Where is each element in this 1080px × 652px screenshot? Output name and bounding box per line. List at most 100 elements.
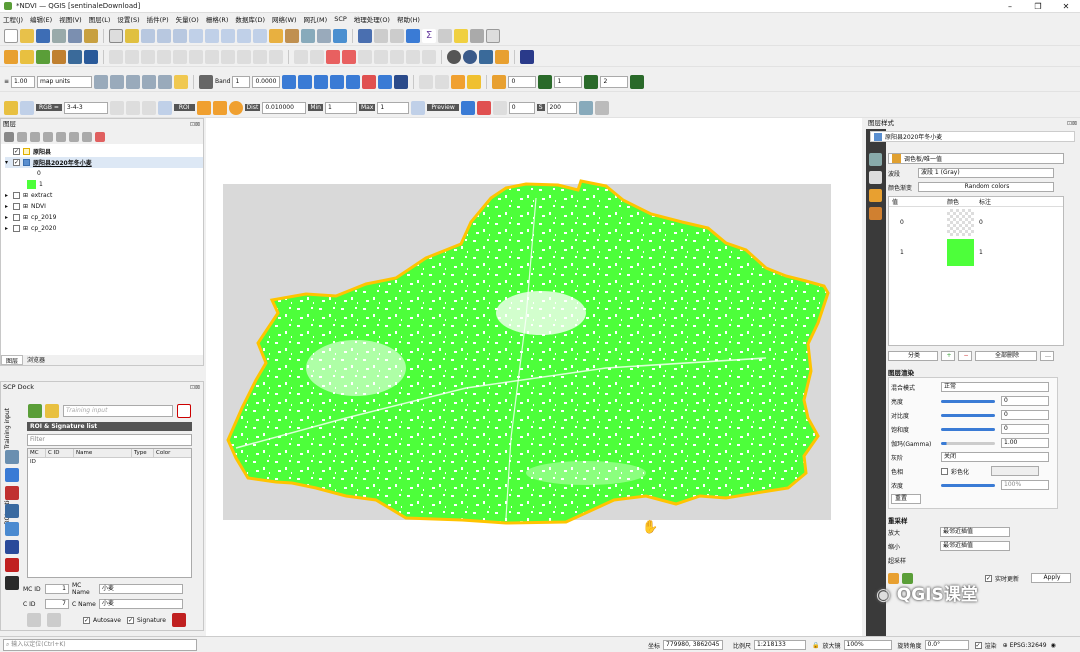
save-training-icon[interactable] bbox=[171, 613, 186, 627]
symbology-icon[interactable] bbox=[869, 153, 882, 166]
menu-mesh[interactable]: 网孔(M) bbox=[304, 14, 328, 24]
layer-item[interactable]: ▸ ⊞ NDVI bbox=[5, 201, 203, 212]
menu-view[interactable]: 视图(V) bbox=[59, 14, 82, 24]
georeferencer-icon[interactable] bbox=[447, 49, 461, 64]
zoom-tool-icon[interactable] bbox=[20, 100, 34, 115]
layer-checkbox[interactable] bbox=[13, 203, 20, 210]
zoom-in-icon[interactable] bbox=[141, 28, 155, 43]
min-input[interactable]: 1 bbox=[324, 101, 357, 114]
brightness-input[interactable]: 0 bbox=[1001, 396, 1049, 406]
calculator-icon[interactable] bbox=[492, 74, 507, 89]
training-input[interactable]: Training input bbox=[63, 405, 173, 417]
zoom-selection-icon[interactable] bbox=[189, 28, 203, 43]
tab-layers[interactable]: 图层 bbox=[1, 355, 24, 365]
menu-project[interactable]: 工程(J) bbox=[3, 14, 23, 24]
ramp-select[interactable]: Random colors bbox=[918, 182, 1054, 192]
forward2-icon[interactable] bbox=[584, 74, 599, 89]
contrast-slider[interactable] bbox=[941, 413, 995, 417]
copy-icon[interactable] bbox=[221, 49, 235, 64]
mag-input[interactable]: 100% bbox=[843, 640, 892, 650]
python-console-icon[interactable] bbox=[479, 49, 493, 64]
raster-tool4-icon[interactable] bbox=[142, 74, 157, 89]
forward-icon[interactable] bbox=[538, 74, 553, 89]
crs-label[interactable]: EPSG:32649 bbox=[1010, 642, 1047, 649]
raster-tool5-icon[interactable] bbox=[158, 74, 173, 89]
style-icon[interactable] bbox=[4, 132, 14, 142]
undo-save-icon[interactable] bbox=[27, 613, 41, 627]
rot-input[interactable]: 0.0° bbox=[924, 640, 969, 650]
scp-tool2-icon[interactable] bbox=[298, 74, 313, 89]
histogram-icon[interactable] bbox=[869, 189, 882, 202]
roi-redo-icon[interactable] bbox=[228, 100, 243, 115]
col-color[interactable]: 颜色 bbox=[947, 197, 979, 206]
add-class-icon[interactable]: + bbox=[941, 351, 955, 361]
zoom-full-icon[interactable] bbox=[173, 28, 187, 43]
n1-input[interactable]: 0 bbox=[508, 75, 537, 88]
more-options-icon[interactable]: … bbox=[1040, 351, 1054, 361]
edit-pencil-icon[interactable] bbox=[109, 49, 123, 64]
save-edits-icon[interactable] bbox=[141, 49, 155, 64]
delete-roi-icon[interactable] bbox=[5, 486, 19, 500]
delete-selected-icon[interactable] bbox=[189, 49, 203, 64]
c-name-input[interactable]: 小麦 bbox=[99, 599, 183, 609]
transparency-tab-icon[interactable] bbox=[869, 171, 882, 184]
forward3-icon[interactable] bbox=[630, 74, 645, 89]
bookmark-icon[interactable] bbox=[301, 28, 315, 43]
c-id-input[interactable]: 7 bbox=[45, 599, 69, 609]
pin-label-icon[interactable] bbox=[310, 49, 324, 64]
tab-browser[interactable]: 浏览器 bbox=[23, 355, 49, 365]
blend-select[interactable]: 正常 bbox=[941, 382, 1049, 392]
label-tool-icon[interactable] bbox=[294, 49, 308, 64]
show-label-icon[interactable] bbox=[342, 49, 356, 64]
col-name[interactable]: Name bbox=[74, 449, 132, 457]
style-manager-icon[interactable] bbox=[84, 28, 98, 43]
layer-checkbox[interactable]: ✓ bbox=[13, 159, 20, 166]
rgb-next-icon[interactable] bbox=[125, 100, 140, 115]
add-raster-icon[interactable] bbox=[52, 49, 66, 64]
measure-icon[interactable] bbox=[438, 28, 452, 43]
scp-tool1-icon[interactable] bbox=[282, 74, 297, 89]
saturation-slider[interactable] bbox=[941, 427, 995, 431]
open-training-icon[interactable] bbox=[28, 404, 42, 418]
minimize-button[interactable]: – bbox=[996, 0, 1024, 13]
zoom-native-icon[interactable] bbox=[221, 28, 235, 43]
menu-processing[interactable]: 地理处理(O) bbox=[354, 14, 390, 24]
add-feature-icon[interactable] bbox=[157, 49, 171, 64]
strength-input[interactable]: 100% bbox=[1001, 480, 1049, 490]
print-layout-icon[interactable] bbox=[52, 28, 66, 43]
save-roi-memory-icon[interactable] bbox=[47, 613, 61, 627]
osm-icon[interactable] bbox=[463, 49, 477, 64]
col-type[interactable]: Type bbox=[132, 449, 154, 457]
col-cid[interactable]: C ID bbox=[46, 449, 74, 457]
preview-clear-icon[interactable] bbox=[594, 100, 609, 115]
close-icon[interactable]: ⊡⊠ bbox=[1067, 118, 1077, 129]
zoom-out-select[interactable]: 最邻近插值 bbox=[940, 541, 1010, 551]
add-group-icon[interactable] bbox=[17, 132, 27, 142]
max-input[interactable]: 1 bbox=[377, 101, 410, 114]
zoom-next-icon[interactable] bbox=[253, 28, 267, 43]
menu-edit[interactable]: 编辑(E) bbox=[30, 14, 52, 24]
roi-pointer-icon[interactable] bbox=[196, 100, 211, 115]
gray-select[interactable]: 关闭 bbox=[941, 452, 1049, 462]
save-roi-icon[interactable] bbox=[5, 576, 19, 590]
delete-all-button[interactable]: 全部删除 bbox=[975, 351, 1037, 361]
layer-item[interactable]: ▸ ⊞ cp_2020 bbox=[5, 223, 203, 234]
lock-icon[interactable]: 🔒 bbox=[812, 642, 819, 649]
col-mcid[interactable]: MC ID bbox=[28, 449, 46, 465]
layer-item[interactable]: ▸ ⊞ extract bbox=[5, 190, 203, 201]
close-icon[interactable]: ⊡⊠ bbox=[190, 382, 200, 393]
preview-redo-icon[interactable] bbox=[476, 100, 491, 115]
scp-tool4-icon[interactable] bbox=[330, 74, 345, 89]
collapse-icon[interactable] bbox=[82, 132, 92, 142]
colorize-checkbox[interactable] bbox=[941, 467, 948, 475]
sum-icon[interactable]: Σ bbox=[422, 28, 436, 43]
pan-to-selection-icon[interactable] bbox=[125, 28, 139, 43]
layer-item[interactable]: ✓ 原阳县 bbox=[5, 146, 203, 157]
select-tool-icon[interactable] bbox=[419, 74, 434, 89]
menu-vector[interactable]: 矢量(O) bbox=[176, 14, 199, 24]
scale-input[interactable]: 1.00 bbox=[11, 75, 36, 88]
add-mesh-icon[interactable] bbox=[68, 49, 82, 64]
select-expression-icon[interactable] bbox=[451, 74, 466, 89]
new-map-view-icon[interactable] bbox=[269, 28, 283, 43]
reset-training-icon[interactable] bbox=[177, 404, 191, 418]
